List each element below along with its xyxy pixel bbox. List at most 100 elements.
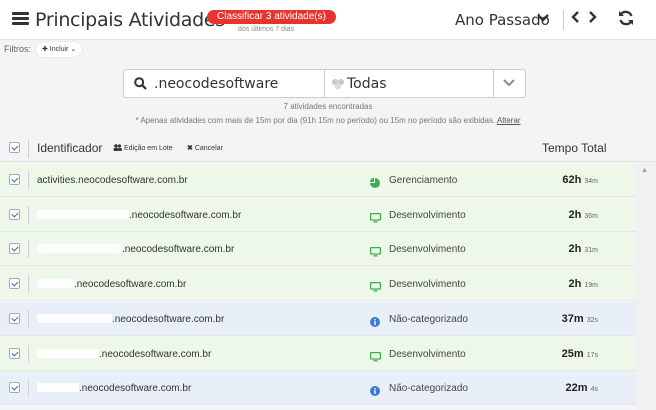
table-row[interactable]: .neocodesoftware.com.br Desenvolvimento 2h… — [0, 197, 636, 232]
row-separator — [28, 379, 29, 398]
time-main: 2h — [568, 278, 582, 291]
table-row[interactable]: .neocodesoftware.com.br Não-categorizado 3… — [0, 301, 636, 336]
scrollbar-thumb[interactable] — [642, 177, 650, 377]
row-separator — [28, 171, 29, 189]
classify-subtitle: dos últimos 7 dias — [237, 26, 295, 33]
identifier-prefix: activities — [37, 175, 76, 186]
category-icon — [331, 78, 345, 90]
identifier-domain: .neocodesoftware.com.br — [99, 348, 212, 360]
time-sub: 4s — [590, 386, 598, 394]
chevron-down-icon[interactable] — [503, 77, 515, 91]
identifier-domain: .neocodesoftware.com.br — [75, 175, 188, 186]
time-sub: 32s — [586, 316, 598, 324]
redacted-text — [37, 313, 112, 323]
identifier-domain: .neocodesoftware.com.br — [122, 244, 235, 256]
row-identifier[interactable]: activities.neocodesoftware.com.br — [37, 175, 188, 186]
row-category[interactable]: Desenvolvimento — [389, 210, 466, 221]
page: Principais Atividades Classificar 3 ativ… — [0, 0, 656, 410]
chevron-down-icon[interactable] — [537, 12, 549, 26]
table-header: Identificador Edição em Lote ✖ Cancelar … — [0, 136, 656, 162]
monitor-icon — [369, 210, 382, 223]
redacted-text — [37, 383, 79, 393]
filters-label: Filtros: — [4, 44, 31, 54]
time-main: 2h — [568, 208, 582, 221]
table-row[interactable]: .neocodesoftware.com.br Desenvolvimento 2h… — [0, 267, 636, 302]
row-identifier[interactable]: .neocodesoftware.com.br — [37, 383, 191, 394]
select-all-checkbox[interactable] — [9, 142, 20, 153]
cancel-button[interactable]: ✖ Cancelar — [187, 144, 223, 152]
header-divider — [563, 10, 564, 30]
search-divider — [493, 70, 494, 97]
redacted-text — [37, 348, 99, 358]
chevron-left-icon[interactable] — [571, 10, 581, 27]
alter-link[interactable]: Alterar — [497, 116, 521, 125]
row-checkbox[interactable] — [9, 382, 20, 394]
row-identifier[interactable]: .neocodesoftware.com.br — [37, 313, 225, 325]
row-checkbox[interactable] — [9, 347, 20, 359]
row-identifier[interactable]: .neocodesoftware.com.br — [37, 348, 212, 360]
table-row[interactable]: .neocodesoftware.com.br Desenvolvimento 2h… — [0, 232, 636, 267]
row-identifier[interactable]: .neocodesoftware.com.br — [37, 279, 186, 290]
row-checkbox[interactable] — [9, 278, 20, 290]
time-sub: 34m — [584, 178, 598, 185]
time-main: 22m — [565, 382, 588, 395]
row-separator — [28, 275, 29, 294]
scroll-up-icon[interactable]: ▲ — [641, 167, 648, 174]
chevron-right-icon[interactable] — [587, 10, 597, 27]
table-row[interactable]: .neocodesoftware.com.br Não-categorizado 2… — [0, 371, 636, 406]
filters-bar: Filtros: ✚ Incluir ⌄ — [4, 42, 83, 57]
row-category[interactable]: Desenvolvimento — [389, 349, 466, 360]
list-menu-icon[interactable] — [12, 12, 29, 26]
row-checkbox[interactable] — [9, 208, 20, 220]
row-total-time: 37m 32s — [562, 313, 598, 325]
bulk-edit-label: Edição em Lote — [123, 145, 173, 152]
time-sub: 19m — [584, 282, 598, 290]
classify-badge[interactable]: Classificar 3 atividade(s) — [207, 10, 336, 24]
row-checkbox[interactable] — [9, 243, 20, 255]
column-total-time[interactable]: Tempo Total — [542, 141, 606, 155]
table-row[interactable]: activities.neocodesoftware.com.br Gerenci… — [0, 163, 636, 197]
users-icon — [113, 144, 122, 151]
category-select[interactable]: Todas — [347, 76, 387, 92]
row-checkbox[interactable] — [9, 174, 20, 185]
row-identifier[interactable]: .neocodesoftware.com.br — [37, 244, 234, 255]
info-icon — [370, 383, 380, 397]
row-category[interactable]: Não-categorizado — [389, 314, 468, 325]
period-selector[interactable]: Ano Passado — [455, 11, 550, 29]
monitor-icon — [369, 279, 382, 292]
row-category[interactable]: Não-categorizado — [389, 383, 468, 394]
search-icon — [134, 77, 147, 90]
search-bar: .neocodesoftware Todas — [123, 69, 526, 98]
pie-chart-icon — [370, 175, 380, 188]
time-main: 62h — [562, 174, 582, 186]
time-main: 37m — [561, 312, 584, 325]
row-separator — [28, 240, 29, 259]
redacted-text — [37, 244, 122, 254]
row-checkbox[interactable] — [9, 312, 20, 324]
row-total-time: 22m 4s — [566, 382, 599, 394]
row-category[interactable]: Desenvolvimento — [389, 244, 466, 255]
search-input[interactable]: .neocodesoftware — [154, 76, 278, 92]
table-row[interactable]: .neocodesoftware.com.br Desenvolvimento 25… — [0, 336, 636, 371]
column-identifier[interactable]: Identificador — [37, 141, 102, 155]
search-divider — [324, 70, 325, 97]
monitor-icon — [369, 244, 382, 257]
row-separator — [28, 205, 29, 224]
time-sub: 17s — [586, 351, 598, 359]
row-category[interactable]: Desenvolvimento — [389, 279, 466, 290]
row-category[interactable]: Gerenciamento — [389, 175, 457, 186]
row-total-time: 2h 36m — [568, 209, 598, 221]
top-bar: Principais Atividades Classificar 3 ativ… — [0, 0, 656, 40]
row-identifier[interactable]: .neocodesoftware.com.br — [37, 209, 242, 221]
cancel-label: Cancelar — [194, 145, 223, 152]
time-sub: 36m — [584, 212, 598, 220]
bulk-edit-button[interactable]: Edição em Lote — [113, 144, 173, 152]
add-filter-button[interactable]: ✚ Incluir ⌄ — [36, 42, 83, 57]
refresh-icon[interactable] — [617, 9, 635, 32]
time-main: 25m — [561, 347, 584, 360]
identifier-domain: .neocodesoftware.com.br — [112, 313, 225, 325]
time-main: 2h — [568, 243, 582, 256]
identifier-domain: .neocodesoftware.com.br — [74, 279, 187, 291]
identifier-domain: .neocodesoftware.com.br — [129, 209, 242, 221]
scrollbar[interactable]: ▲ — [636, 163, 656, 410]
